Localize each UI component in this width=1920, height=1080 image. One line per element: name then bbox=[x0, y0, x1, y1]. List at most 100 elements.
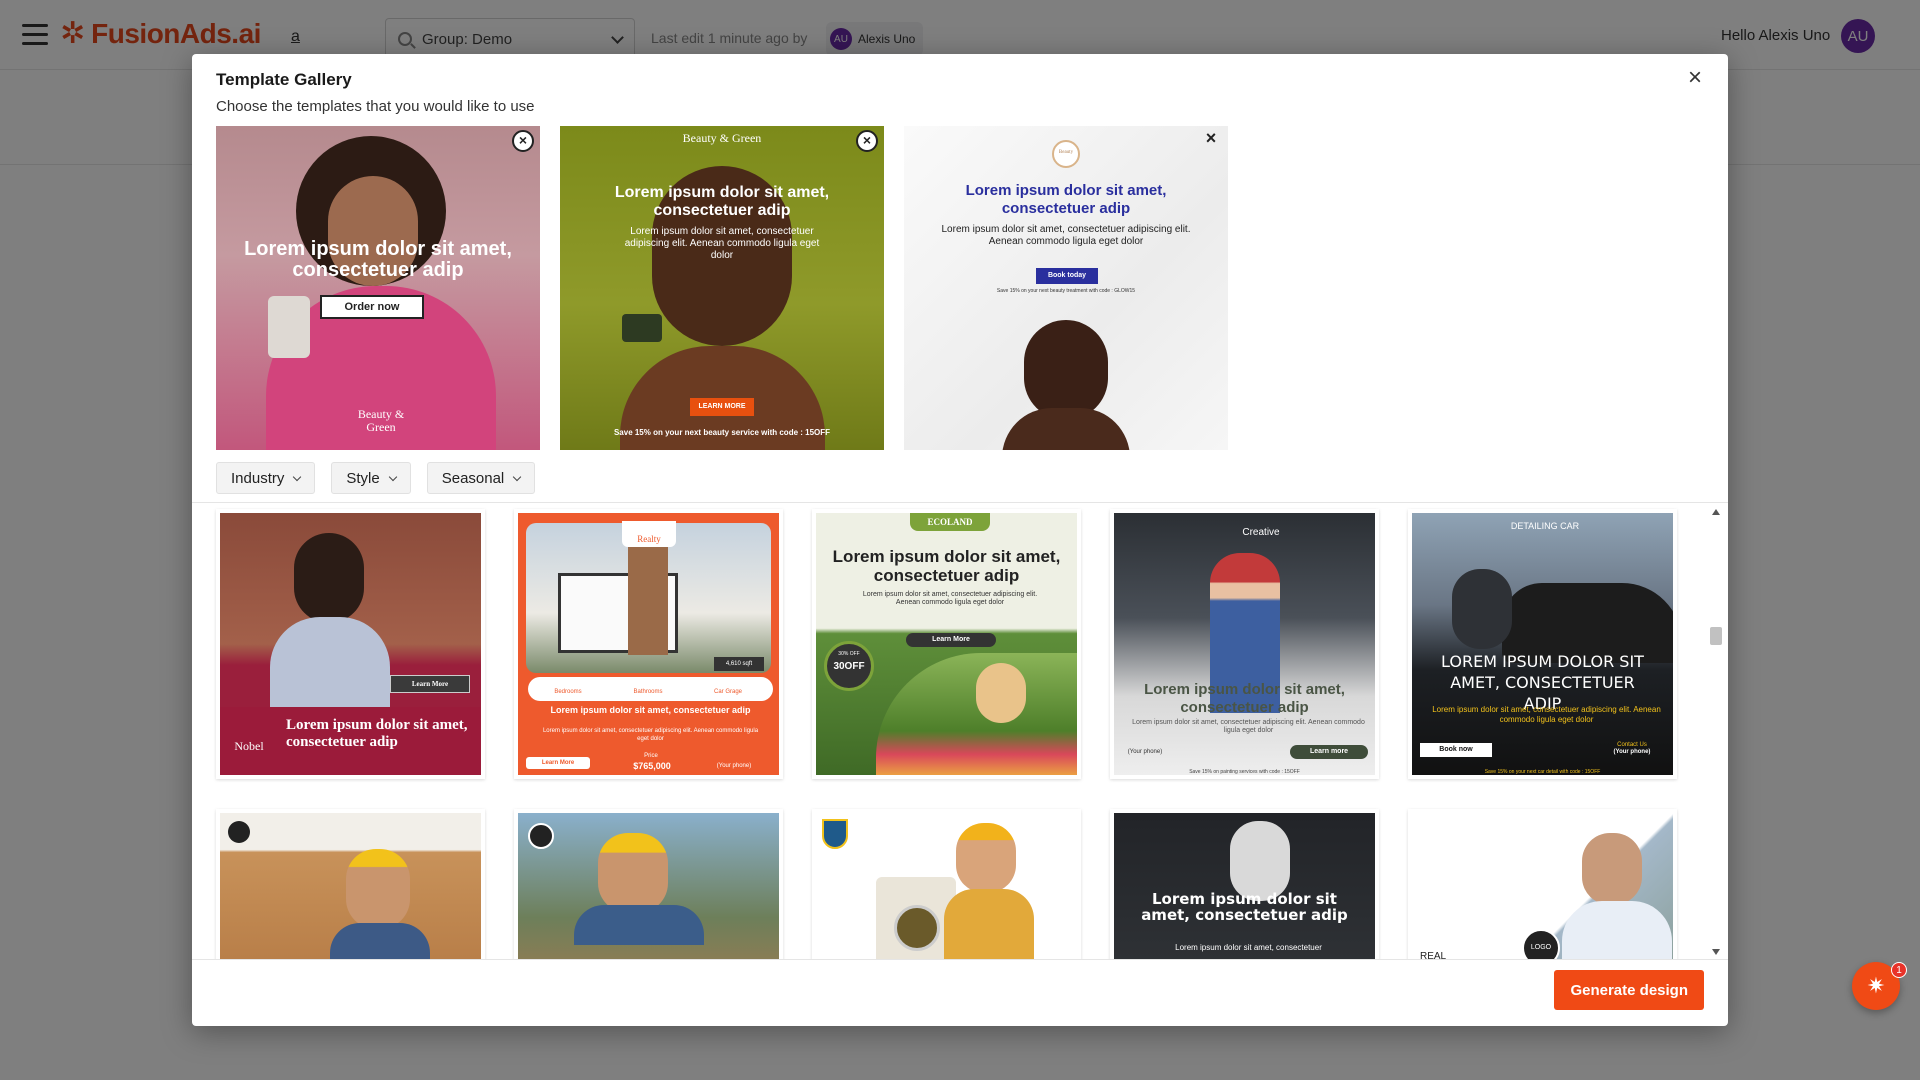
feature-bathrooms: Bathrooms bbox=[633, 689, 663, 695]
ad-brand: Creative bbox=[1242, 527, 1280, 538]
ad-footer: Save 15% on painting services with code … bbox=[1189, 769, 1300, 775]
chevron-down-icon bbox=[388, 472, 397, 481]
product-jar bbox=[268, 296, 310, 358]
ad-brand: Beauty & Green bbox=[357, 407, 405, 434]
template-card[interactable]: ECOLAND Lorem ipsum dolor sit amet, cons… bbox=[812, 509, 1081, 779]
worker-photo bbox=[598, 833, 668, 913]
industry-filter[interactable]: Industry bbox=[216, 462, 316, 494]
worker-photo bbox=[956, 823, 1016, 893]
style-filter[interactable]: Style bbox=[331, 462, 411, 494]
ad-body: Lorem ipsum dolor sit amet, consectetuer… bbox=[624, 226, 820, 261]
ad-cta: Learn More bbox=[906, 633, 996, 647]
technician-photo bbox=[1230, 821, 1290, 901]
garden-photo bbox=[876, 653, 1077, 775]
template-gallery[interactable]: Learn More Nobel Lorem ipsum dolor sit a… bbox=[192, 502, 1728, 960]
ad-cta: Learn More bbox=[390, 675, 470, 693]
logo-badge: LOGO bbox=[1522, 929, 1560, 959]
feature-garage: Car Grage bbox=[713, 689, 742, 695]
ad-cta: LEARN MORE bbox=[690, 398, 754, 416]
gardener-photo bbox=[976, 663, 1026, 723]
ad-cta: Order now bbox=[320, 295, 424, 319]
ad-brand: ECOLAND bbox=[910, 513, 990, 531]
generate-design-button[interactable]: Generate design bbox=[1554, 970, 1704, 1010]
logo-badge bbox=[228, 821, 250, 843]
price-label: Price bbox=[644, 753, 658, 759]
worker-body bbox=[330, 923, 430, 959]
chevron-down-icon bbox=[293, 472, 302, 481]
product-jar bbox=[622, 314, 662, 342]
model-photo-body bbox=[1002, 408, 1130, 450]
modal-title: Template Gallery bbox=[216, 70, 352, 89]
filter-bar: Industry Style Seasonal bbox=[216, 462, 536, 494]
ad-footer: Save 15% on your next car detail with co… bbox=[1484, 769, 1601, 775]
ad-brand: Realty bbox=[622, 521, 676, 547]
worker-body bbox=[944, 889, 1034, 959]
feature-bedrooms: Bedrooms bbox=[554, 689, 582, 695]
template-card[interactable] bbox=[514, 809, 783, 959]
remove-template-icon[interactable]: × bbox=[856, 130, 878, 152]
agent-photo bbox=[1582, 833, 1642, 905]
ad-body: Lorem ipsum dolor sit amet, consectetuer… bbox=[1432, 705, 1661, 724]
ad-brand: Beauty & Green bbox=[682, 131, 762, 145]
phone: (Your phone) bbox=[1613, 749, 1651, 755]
ad-cta: Book today bbox=[1036, 268, 1098, 284]
machine-door bbox=[894, 905, 940, 951]
ad-headline: Lorem ipsum dolor sit amet, consectetuer… bbox=[244, 238, 512, 281]
logo-badge bbox=[528, 823, 554, 849]
gallery-scrollbar[interactable] bbox=[1710, 507, 1722, 957]
ad-headline: Lorem ipsum dolor sit amet, consectetuer… bbox=[965, 182, 1167, 217]
ad-brand: Nobel bbox=[234, 739, 264, 753]
template-card[interactable] bbox=[216, 809, 485, 959]
model-photo bbox=[1024, 320, 1108, 420]
modal-subtitle: Choose the templates that you would like… bbox=[216, 98, 535, 115]
remove-template-icon[interactable]: × bbox=[1200, 129, 1222, 152]
badge-main: 30OFF bbox=[833, 661, 865, 672]
filter-label: Industry bbox=[231, 469, 285, 487]
template-card[interactable]: Lorem ipsum dolor sit amet, consectetuer… bbox=[1110, 809, 1379, 959]
template-card[interactable]: DETAILING CAR LOREM IPSUM DOLOR SIT AMET… bbox=[1408, 509, 1677, 779]
close-icon[interactable]: × bbox=[1684, 66, 1706, 90]
contact-label: Contact Us bbox=[1617, 742, 1647, 748]
template-card[interactable]: Realty 4,610 sqft Bedrooms Bathrooms Car… bbox=[514, 509, 783, 779]
scroll-down-icon[interactable] bbox=[1712, 949, 1720, 955]
ad-headline: Lorem ipsum dolor sit amet, consectetuer… bbox=[832, 547, 1061, 585]
scroll-thumb[interactable] bbox=[1710, 627, 1722, 645]
chevron-down-icon bbox=[513, 472, 522, 481]
wood-panel bbox=[628, 547, 668, 655]
ad-brand: DETAILING CAR bbox=[1510, 521, 1580, 531]
template-gallery-modal: Template Gallery Choose the templates th… bbox=[192, 54, 1728, 1026]
ad-body: Lorem ipsum dolor sit amet, consectetuer… bbox=[862, 591, 1038, 606]
model-photo bbox=[294, 533, 364, 623]
detailer-photo bbox=[1452, 569, 1512, 649]
worker-photo bbox=[346, 849, 410, 929]
selected-template-card[interactable]: Lorem ipsum dolor sit amet, consectetuer… bbox=[216, 126, 540, 450]
agent-body bbox=[1562, 901, 1672, 959]
template-card[interactable]: LOGO REAL bbox=[1408, 809, 1677, 960]
notification-badge: 1 bbox=[1891, 962, 1907, 978]
shield-logo bbox=[822, 819, 848, 849]
scroll-up-icon[interactable] bbox=[1712, 509, 1720, 515]
ad-body: Lorem ipsum dolor sit amet, consectetuer… bbox=[941, 224, 1191, 247]
template-card[interactable]: Creative Lorem ipsum dolor sit amet, con… bbox=[1110, 509, 1379, 779]
ad-body: Lorem ipsum dolor sit amet, consectetuer… bbox=[542, 728, 759, 742]
ad-footer: Save 15% on your next beauty treatment w… bbox=[996, 288, 1136, 294]
ad-headline: Lorem ipsum dolor sit amet, consectetuer… bbox=[1141, 890, 1348, 924]
template-card[interactable] bbox=[812, 809, 1081, 959]
phone: (Your phone) bbox=[1127, 749, 1163, 755]
ad-headline: Lorem ipsum dolor sit amet, consectetuer… bbox=[614, 184, 830, 219]
selected-template-card[interactable]: Beauty & Green Lorem ipsum dolor sit ame… bbox=[560, 126, 884, 450]
partial-headline: REAL bbox=[1420, 951, 1447, 960]
remove-template-icon[interactable]: × bbox=[512, 130, 534, 152]
ad-footer: Save 15% on your next beauty service wit… bbox=[613, 428, 831, 437]
model-photo-body bbox=[270, 617, 390, 707]
ad-headline: Lorem ipsum dolor sit amet, consectetuer… bbox=[286, 717, 468, 750]
selected-templates: Lorem ipsum dolor sit amet, consectetuer… bbox=[216, 126, 1228, 450]
template-card[interactable]: Learn More Nobel Lorem ipsum dolor sit a… bbox=[216, 509, 485, 779]
selected-template-card[interactable]: Beauty Lorem ipsum dolor sit amet, conse… bbox=[904, 126, 1228, 450]
worker-body bbox=[574, 905, 704, 945]
seasonal-filter[interactable]: Seasonal bbox=[426, 462, 536, 494]
ad-cta: Learn more bbox=[1290, 745, 1368, 759]
sparkle-icon: ✷ bbox=[1866, 973, 1886, 998]
ad-headline: Lorem ipsum dolor sit amet, consectetuer… bbox=[550, 705, 751, 715]
filter-label: Seasonal bbox=[441, 469, 505, 487]
